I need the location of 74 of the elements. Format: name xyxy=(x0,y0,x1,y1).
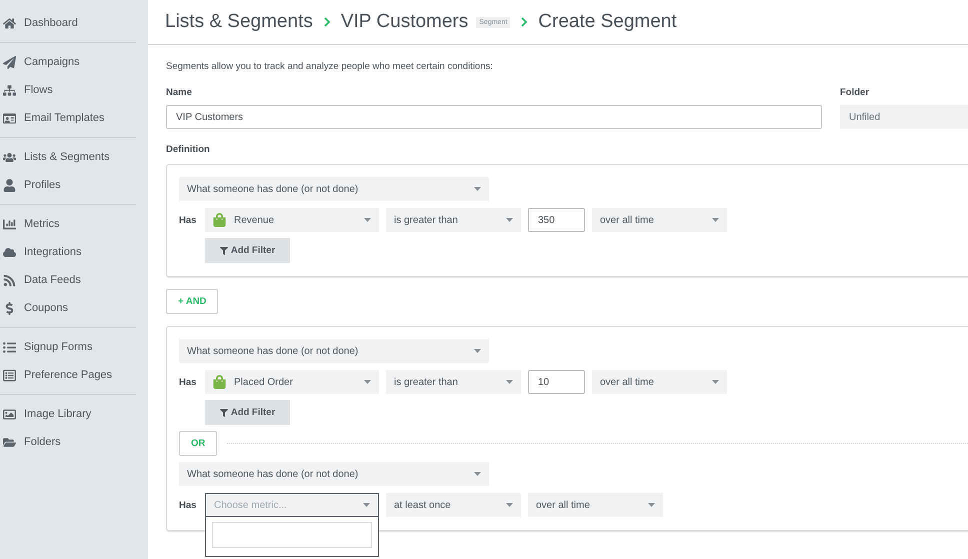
timeframe-select[interactable]: over all time xyxy=(592,208,727,232)
bag-icon xyxy=(213,375,226,389)
has-label: Has xyxy=(179,376,198,388)
breadcrumb-item[interactable]: VIP Customers xyxy=(340,11,468,33)
field-label: Name xyxy=(166,87,193,98)
timeframe-select[interactable]: over all time xyxy=(528,493,663,517)
sidebar-item[interactable]: Dashboard xyxy=(0,9,136,37)
caret-icon xyxy=(364,218,371,222)
filter-icon xyxy=(220,408,228,416)
condition-type-select[interactable]: What someone has done (or not done) xyxy=(179,177,489,201)
person-icon xyxy=(3,178,16,192)
section-label: Definition xyxy=(166,144,211,155)
dollar-icon xyxy=(3,302,16,314)
sidebar-item[interactable]: Email Templates xyxy=(0,104,136,132)
bag-icon xyxy=(213,213,226,227)
field-label: Folder xyxy=(840,87,870,98)
sidebar-item[interactable]: Lists & Segments xyxy=(0,143,136,171)
sidebar-item[interactable]: Campaigns xyxy=(0,48,136,76)
condition-type-select[interactable]: What someone has done (or not done) xyxy=(179,339,489,363)
has-label: Has xyxy=(179,500,198,510)
caret-icon xyxy=(648,503,655,507)
rss-icon xyxy=(3,274,16,286)
card-icon xyxy=(3,112,16,124)
name-field[interactable]: VIP Customers xyxy=(166,105,822,129)
sidebar-item[interactable]: Profiles xyxy=(0,171,136,199)
sidebar-item[interactable]: Metrics xyxy=(0,210,136,238)
paper-plane-icon xyxy=(3,56,16,68)
caret-icon xyxy=(506,503,513,507)
sidebar-item[interactable]: Preference Pages xyxy=(0,361,136,389)
caret-icon xyxy=(712,218,719,222)
metric-select[interactable]: Revenue xyxy=(205,208,379,232)
sidebar-item[interactable]: Integrations xyxy=(0,238,136,266)
sidebar-item[interactable]: Folders xyxy=(0,428,136,456)
caret-icon xyxy=(506,380,513,384)
operator-select[interactable]: is greater than xyxy=(386,208,521,232)
sidebar-item[interactable]: Coupons xyxy=(0,294,136,322)
search-field[interactable] xyxy=(212,522,372,548)
image-icon xyxy=(3,408,16,420)
caret-icon xyxy=(363,503,370,507)
chevron-icon xyxy=(322,17,331,27)
sidebar-item[interactable]: Flows xyxy=(0,76,136,104)
breadcrumb-item: Create Segment xyxy=(538,11,677,33)
has-label: Has xyxy=(179,214,198,226)
branch-icon xyxy=(3,84,16,96)
condition-type-select[interactable]: What someone has done (or not done) xyxy=(179,462,489,486)
timeframe-select[interactable]: over all time xyxy=(592,370,727,394)
home-icon xyxy=(3,16,16,30)
bar-chart-icon xyxy=(3,218,16,230)
sidebar-item[interactable]: Data Feeds xyxy=(0,266,136,294)
add-filter-button[interactable]: Add Filter xyxy=(205,400,290,425)
breadcrumb-item[interactable]: Lists & Segments xyxy=(165,11,313,33)
cloud-icon xyxy=(3,246,16,258)
people-icon xyxy=(3,150,16,164)
chevron-icon xyxy=(520,17,528,27)
operator-select[interactable]: is greater than xyxy=(386,370,521,394)
caret-icon xyxy=(474,187,481,191)
caret-icon xyxy=(364,380,371,384)
operator-select[interactable]: at least once xyxy=(386,493,521,517)
folder-select[interactable]: Unfiled xyxy=(840,105,968,129)
list-icon xyxy=(3,340,16,354)
folder-icon xyxy=(3,436,16,448)
caret-icon xyxy=(506,218,513,222)
sidebar-item[interactable]: Signup Forms xyxy=(0,333,136,361)
metric-select[interactable]: Placed Order xyxy=(205,370,379,394)
list-box-icon xyxy=(3,368,16,382)
sidebar-item[interactable]: Image Library xyxy=(0,400,136,428)
caret-icon xyxy=(712,380,719,384)
filter-icon xyxy=(220,246,228,254)
caret-icon xyxy=(474,349,481,353)
add-filter-button[interactable]: Add Filter xyxy=(205,238,290,263)
caret-icon xyxy=(474,472,481,476)
intro-text: Segments allow you to track and analyze people who meet certain conditions: xyxy=(166,61,494,72)
value-field[interactable]: 10 xyxy=(528,370,585,394)
value-field[interactable]: 350 xyxy=(528,208,585,232)
